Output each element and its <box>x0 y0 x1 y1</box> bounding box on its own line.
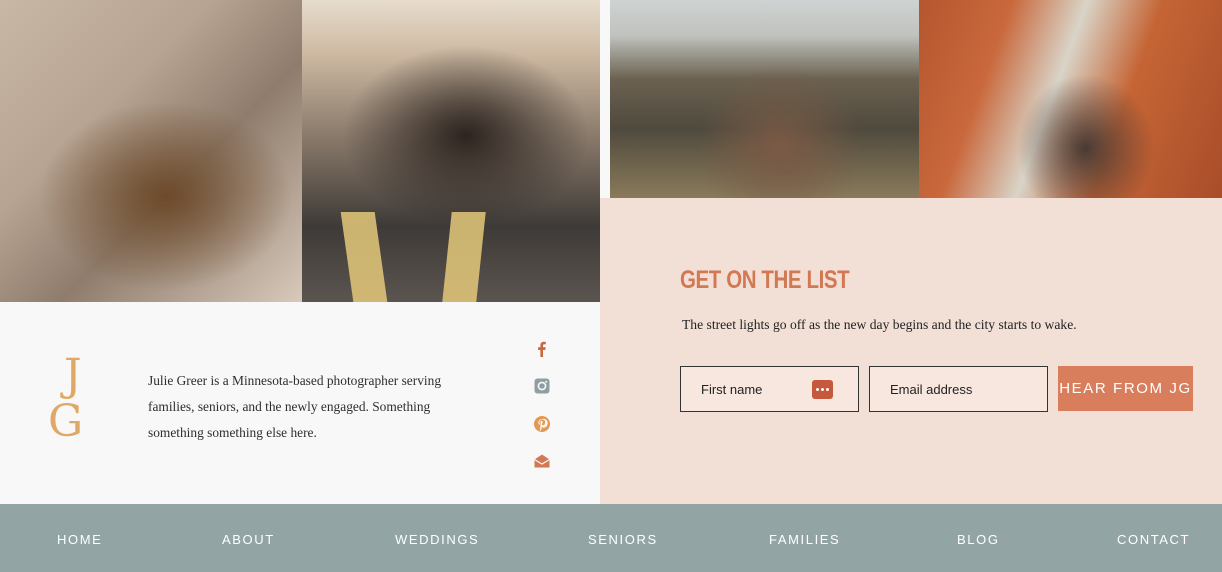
monogram-letter-g: G <box>48 396 84 447</box>
first-name-placeholder: First name <box>701 382 763 397</box>
nav-blog[interactable]: BLOG <box>957 532 1000 547</box>
about-bio-text: Julie Greer is a Minnesota-based photogr… <box>148 373 442 440</box>
jg-monogram-logo: J G <box>46 354 102 454</box>
nav-weddings[interactable]: WEDDINGS <box>395 532 479 547</box>
instagram-icon[interactable] <box>533 377 551 395</box>
nav-families[interactable]: FAMILIES <box>769 532 840 547</box>
first-name-input[interactable]: First name <box>680 366 859 412</box>
photo-couple-on-road <box>302 0 600 302</box>
nav-contact[interactable]: CONTACT <box>1117 532 1190 547</box>
facebook-icon[interactable] <box>533 340 551 358</box>
email-input[interactable]: Email address <box>869 366 1048 412</box>
road-marking <box>442 212 486 302</box>
monogram-letter-j: J <box>64 350 82 401</box>
photo-couple-on-hillside <box>610 0 919 198</box>
email-placeholder: Email address <box>890 382 973 397</box>
pinterest-icon[interactable] <box>533 415 551 433</box>
nav-home[interactable]: HOME <box>57 532 102 547</box>
newsletter-section: GET ON THE LIST The street lights go off… <box>600 198 1222 504</box>
hear-from-jg-button[interactable]: HEAR FROM JG <box>1058 366 1193 411</box>
newsletter-title: GET ON THE LIST <box>680 266 850 294</box>
newsletter-subtitle: The street lights go off as the new day … <box>682 317 1077 332</box>
nav-about[interactable]: ABOUT <box>222 532 275 547</box>
nav-seniors[interactable]: SENIORS <box>588 532 658 547</box>
mail-icon[interactable] <box>533 452 551 470</box>
footer-nav: HOME ABOUT WEDDINGS SENIORS FAMILIES BLO… <box>0 504 1222 572</box>
photo-couple-red-rocks <box>919 0 1222 198</box>
photo-couple-on-rocks <box>0 0 302 302</box>
road-marking <box>340 212 388 302</box>
password-manager-icon[interactable] <box>812 380 833 399</box>
about-section: J G Julie Greer is a Minnesota-based pho… <box>0 302 600 504</box>
